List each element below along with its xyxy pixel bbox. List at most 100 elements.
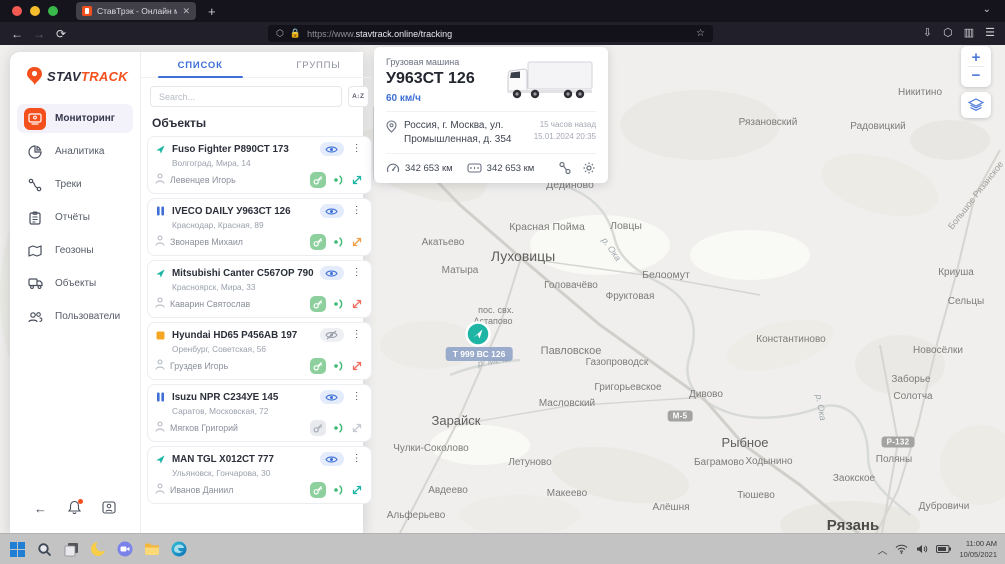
sort-az-button[interactable]: A↕Z [348, 86, 369, 107]
vehicle-name: MAN TGL Х012СТ 777 [172, 454, 314, 465]
url-bar[interactable]: ⬡ 🔒 https://www.stavtrack.online/trackin… [268, 25, 713, 42]
wifi-icon[interactable] [895, 544, 908, 554]
edge-browser-button[interactable] [170, 540, 188, 558]
search-input[interactable] [150, 86, 342, 107]
more-menu-button[interactable]: ⋮ [350, 144, 364, 154]
sidebar-item-reports[interactable]: Отчёты [17, 203, 133, 232]
back-button[interactable]: ← [6, 27, 28, 41]
volume-icon[interactable] [916, 544, 928, 554]
layers-button[interactable] [961, 92, 991, 118]
vehicle-card[interactable]: Mitsubishi Canter С567ОР 790⋮Красноярск,… [147, 260, 372, 318]
vehicle-marker[interactable] [464, 320, 492, 348]
connection-status-icon[interactable] [350, 235, 364, 249]
profile-button[interactable] [102, 501, 116, 517]
key-status-icon[interactable] [310, 234, 326, 250]
download-icon[interactable]: ⇩ [923, 28, 932, 39]
vehicle-card[interactable]: MAN TGL Х012СТ 777⋮Ульяновск, Гончарова,… [147, 446, 372, 504]
settings-gear-button[interactable] [582, 161, 596, 175]
connection-status-icon[interactable] [350, 173, 364, 187]
sidebar-item-users[interactable]: Пользователи [17, 302, 133, 331]
extensions-icon[interactable]: ⬡ [943, 28, 953, 39]
sidebar-item-monitoring[interactable]: Мониторинг [17, 104, 133, 133]
notifications-bell-button[interactable] [68, 500, 81, 517]
route-button[interactable] [558, 161, 572, 175]
connection-status-icon[interactable] [350, 359, 364, 373]
vehicle-card[interactable]: Fuso Fighter Р890СТ 173⋮Волгоград, Мира,… [147, 136, 372, 194]
close-button[interactable] [12, 6, 22, 16]
search-button[interactable] [35, 540, 53, 558]
ignition-status-icon[interactable] [331, 173, 345, 187]
connection-status-icon[interactable] [350, 421, 364, 435]
visibility-toggle[interactable] [320, 204, 344, 218]
driver-name: Каварин Святослав [170, 299, 305, 309]
vehicle-name: Fuso Fighter Р890СТ 173 [172, 144, 314, 155]
tab-close-icon[interactable]: ✕ [182, 7, 190, 16]
more-menu-button[interactable]: ⋮ [350, 206, 364, 216]
night-mode-button[interactable] [89, 540, 107, 558]
reload-button[interactable]: ⟳ [50, 27, 72, 41]
map-label: Солотча [893, 391, 933, 402]
more-menu-button[interactable]: ⋮ [350, 392, 364, 402]
visibility-toggle[interactable] [320, 390, 344, 404]
marker-plate-badge: Т 999 ВС 126 [446, 347, 513, 361]
tab-list[interactable]: СПИСОК [141, 54, 259, 77]
menu-icon[interactable]: ☰ [985, 28, 995, 39]
sidebar-toggle-icon[interactable]: ▥ [964, 28, 974, 39]
taskbar-clock[interactable]: 11:00 AM 10/05/2021 [959, 538, 997, 561]
visibility-toggle[interactable] [320, 266, 344, 280]
more-menu-button[interactable]: ⋮ [350, 330, 364, 340]
visibility-toggle[interactable] [320, 328, 344, 342]
vehicle-card[interactable]: Hyundai HD65 Р456АВ 197⋮Оренбург, Советс… [147, 322, 372, 380]
zoom-button[interactable] [48, 6, 58, 16]
driver-icon [155, 295, 165, 313]
ignition-status-icon[interactable] [331, 483, 345, 497]
tray-chevron-icon[interactable]: ︿ [877, 542, 887, 557]
sidebar-item-geozones[interactable]: Геозоны [17, 236, 133, 265]
start-button[interactable] [8, 540, 26, 558]
battery-icon[interactable] [936, 545, 951, 553]
bookmark-star-icon[interactable]: ☆ [696, 28, 705, 39]
zoom-in-button[interactable]: + [961, 49, 991, 66]
shield-icon[interactable]: ⬡ [276, 29, 284, 38]
vehicle-card[interactable]: IVECO DAILY У963СТ 126⋮Краснодар, Красна… [147, 198, 372, 256]
zoom-out-button[interactable]: − [961, 67, 991, 84]
browser-tab[interactable]: СтавТрэк - Онлайн мониторин ✕ [76, 2, 196, 20]
tab-list-chevron-icon[interactable]: ⌄ [983, 4, 991, 15]
chat-button[interactable] [116, 540, 134, 558]
tab-groups[interactable]: ГРУППЫ [259, 54, 377, 77]
file-explorer-button[interactable] [143, 540, 161, 558]
key-status-icon[interactable] [310, 420, 326, 436]
ignition-status-icon[interactable] [331, 297, 345, 311]
map-label: Рыбное [721, 435, 768, 450]
sidebar-item-analytics[interactable]: Аналитика [17, 137, 133, 166]
forward-button[interactable]: → [28, 27, 50, 41]
key-status-icon[interactable] [310, 172, 326, 188]
connection-status-icon[interactable] [350, 483, 364, 497]
map-label: Дубровичи [919, 500, 970, 512]
visibility-toggle[interactable] [320, 142, 344, 156]
connection-status-icon[interactable] [350, 297, 364, 311]
ignition-status-icon[interactable] [331, 235, 345, 249]
more-menu-button[interactable]: ⋮ [350, 454, 364, 464]
key-status-icon[interactable] [310, 482, 326, 498]
minimize-button[interactable] [30, 6, 40, 16]
ignition-status-icon[interactable] [331, 421, 345, 435]
more-menu-button[interactable]: ⋮ [350, 268, 364, 278]
vehicle-name: Hyundai HD65 Р456АВ 197 [172, 330, 314, 341]
task-view-button[interactable] [62, 540, 80, 558]
key-status-icon[interactable] [310, 296, 326, 312]
sidebar-item-label: Треки [55, 179, 82, 190]
back-arrow-button[interactable]: ← [34, 501, 47, 516]
sidebar-item-tracks[interactable]: Треки [17, 170, 133, 199]
ignition-status-icon[interactable] [331, 359, 345, 373]
search-icon [37, 542, 52, 557]
visibility-toggle[interactable] [320, 452, 344, 466]
map-label: Луховицы [491, 248, 555, 264]
road-badge: Р-132 [882, 437, 915, 448]
driver-name: Иванов Даниил [170, 485, 305, 495]
new-tab-button[interactable]: + [208, 4, 216, 19]
reports-icon [24, 207, 46, 229]
sidebar-item-objects[interactable]: Объекты [17, 269, 133, 298]
key-status-icon[interactable] [310, 358, 326, 374]
vehicle-card[interactable]: Isuzu NPR С234УЕ 145⋮Саратов, Московская… [147, 384, 372, 442]
